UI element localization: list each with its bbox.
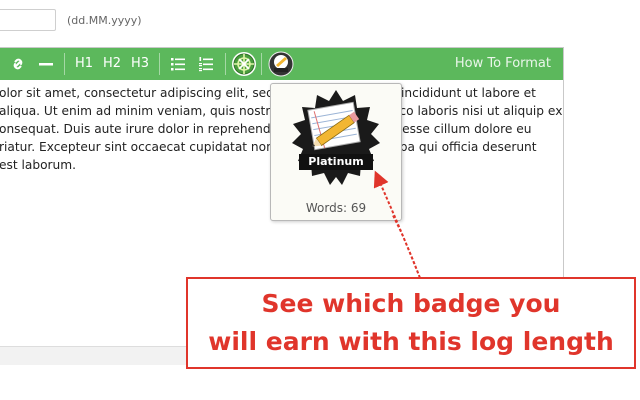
platinum-badge-icon — [292, 90, 380, 185]
editor-toolbar: H1 H2 H3 How To Format — [0, 48, 563, 80]
word-count: Words: 69 — [305, 201, 367, 215]
callout-line1: See which badge you — [261, 289, 561, 318]
toolbar-separator — [261, 53, 262, 75]
horizontal-rule-icon[interactable] — [35, 48, 57, 80]
date-format-hint: (dd.MM.yyyy) — [67, 14, 142, 27]
below-editor-text — [0, 388, 518, 398]
editor-line: olor sit amet, consectetur adipiscing el… — [0, 86, 536, 100]
toolbar-separator — [225, 53, 226, 75]
editor-line: est laborum. — [0, 158, 77, 172]
annotation-callout: See which badge you will earn with this … — [186, 277, 636, 369]
heading2-label: H2 — [102, 56, 122, 71]
bulleted-list-icon[interactable] — [167, 48, 189, 80]
toolbar-separator — [159, 53, 160, 75]
gps-crosshair-icon[interactable] — [232, 52, 256, 76]
callout-line2: will earn with this log length — [208, 327, 614, 356]
how-to-format-link[interactable]: How To Format — [455, 48, 551, 80]
badge-label: Platinum — [308, 155, 364, 168]
date-input[interactable] — [0, 9, 56, 31]
editor-line: onsequat. Duis aute irure dolor in repre… — [0, 122, 532, 136]
badge-popup: Platinum Words: 69 — [270, 83, 402, 221]
heading2-button[interactable]: H2 — [101, 48, 123, 80]
numbered-list-icon[interactable] — [195, 48, 217, 80]
badge-icon[interactable] — [268, 51, 294, 77]
toolbar-separator — [64, 53, 65, 75]
editor-line: riatur. Excepteur sint occaecat cupidata… — [0, 140, 537, 154]
heading3-label: H3 — [130, 56, 150, 71]
heading1-label: H1 — [74, 56, 94, 71]
link-icon[interactable] — [7, 48, 29, 80]
heading3-button[interactable]: H3 — [129, 48, 151, 80]
heading1-button[interactable]: H1 — [73, 48, 95, 80]
